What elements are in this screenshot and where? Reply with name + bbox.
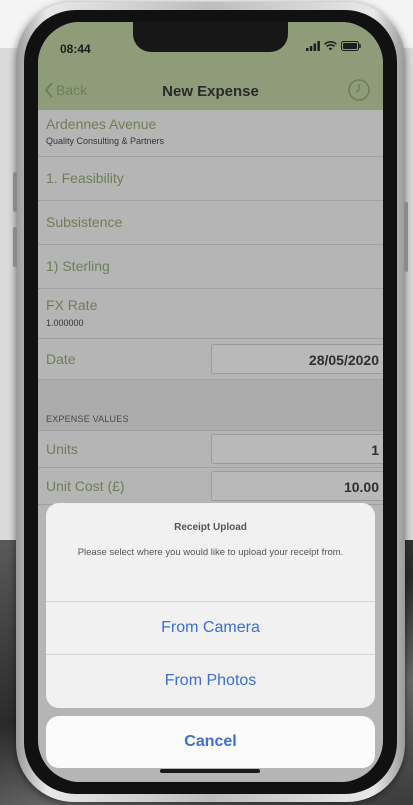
phone-frame: 08:44 Back New Expense Ardennes Avenue Q… xyxy=(13,2,408,802)
phone-bezel: 08:44 Back New Expense Ardennes Avenue Q… xyxy=(24,10,397,794)
cancel-button[interactable]: Cancel xyxy=(46,716,375,768)
sheet-message: Please select where you would like to up… xyxy=(77,547,344,558)
volume-button xyxy=(13,227,17,267)
volume-button xyxy=(13,172,17,212)
home-indicator[interactable] xyxy=(160,769,260,773)
power-button xyxy=(404,202,408,272)
from-photos-button[interactable]: From Photos xyxy=(46,654,375,707)
app-screen: 08:44 Back New Expense Ardennes Avenue Q… xyxy=(38,22,383,782)
receipt-upload-sheet: Receipt Upload Please select where you w… xyxy=(46,503,375,708)
from-camera-button[interactable]: From Camera xyxy=(46,601,375,654)
sheet-title: Receipt Upload xyxy=(174,522,247,533)
